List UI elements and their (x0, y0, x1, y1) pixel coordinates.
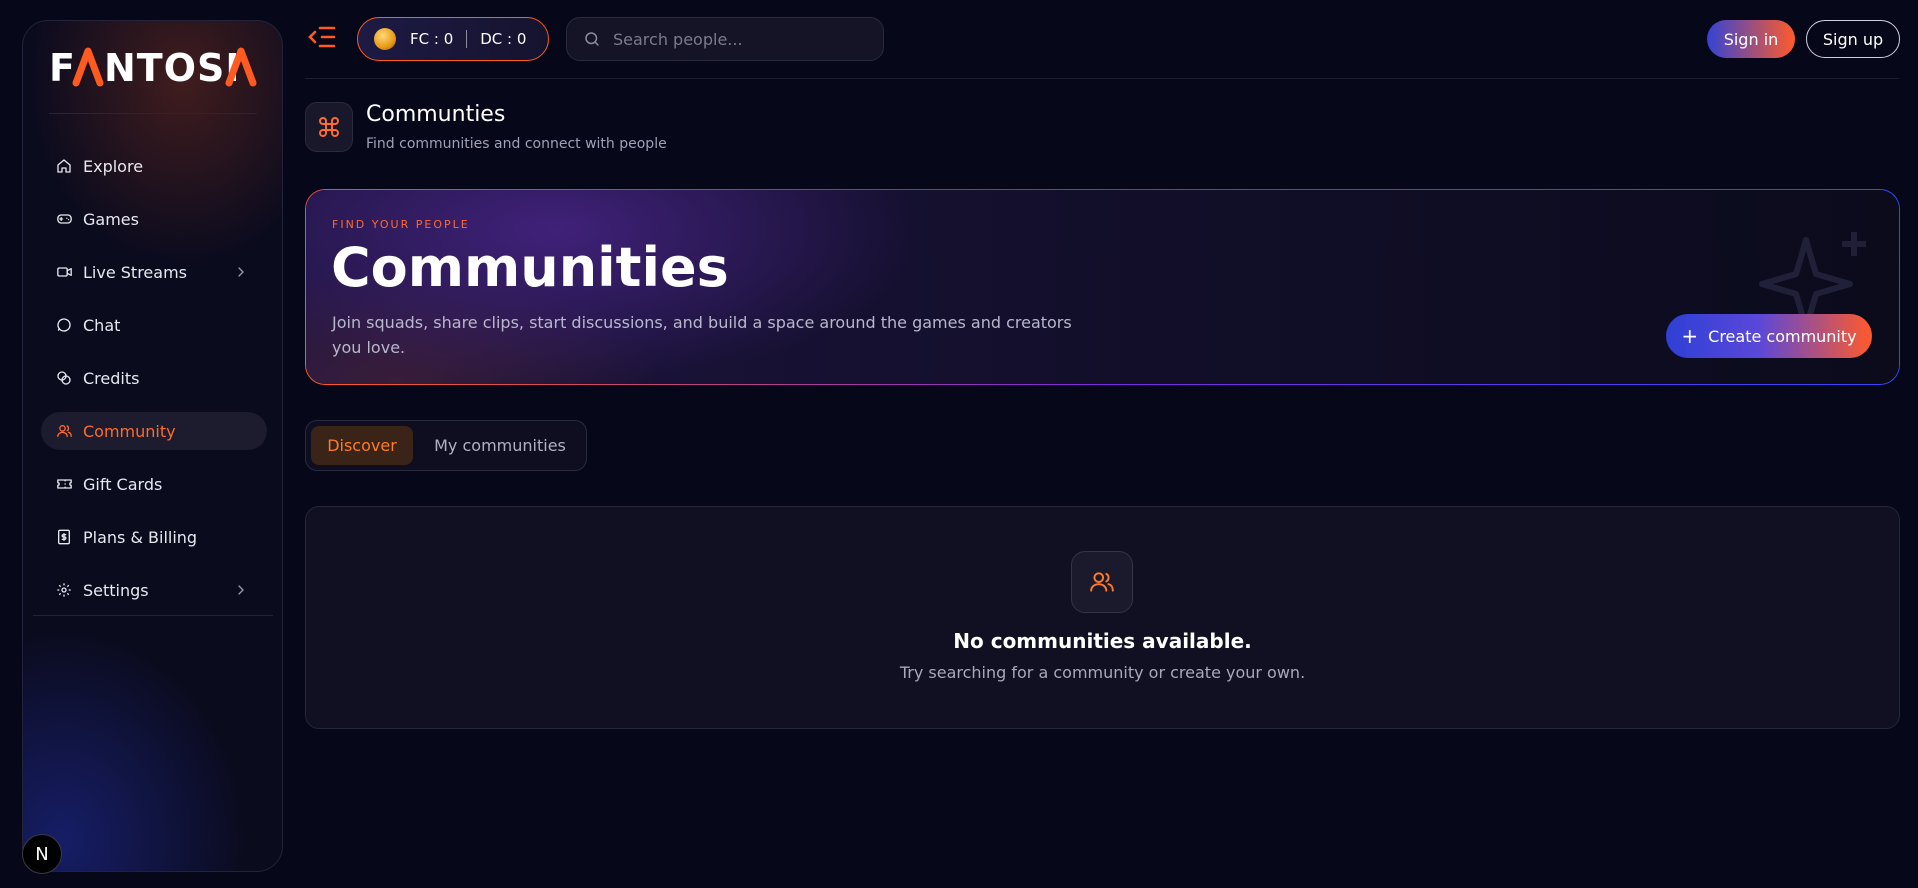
users-icon (55, 422, 73, 440)
credits-pill[interactable]: FC : 0 DC : 0 (357, 17, 549, 61)
community-tabs: Discover My communities (305, 420, 587, 471)
chat-bubble-icon (55, 316, 73, 334)
search-box[interactable] (566, 17, 884, 61)
sidebar-item-label: Gift Cards (83, 474, 163, 494)
gamepad-icon (55, 210, 73, 228)
search-input[interactable] (613, 29, 863, 49)
sidebar-item-label: Chat (83, 315, 121, 335)
page-title: Communties (366, 102, 506, 127)
sidebar-divider (33, 615, 273, 616)
sidebar-item-label: Live Streams (83, 262, 187, 282)
svg-text:NTOSI: NTOSI (104, 46, 241, 89)
plus-icon: + (1681, 324, 1699, 348)
empty-state-card: No communities available. Try searching … (305, 506, 1900, 729)
hero-eyebrow: FIND YOUR PEOPLE (332, 218, 470, 231)
empty-state-description: Try searching for a community or create … (899, 663, 1306, 682)
create-community-button[interactable]: + Create community (1666, 314, 1872, 358)
sidebar-item-live-streams[interactable]: Live Streams (41, 253, 267, 291)
sidebar: F NTOSI Explore Games Live Streams Chat … (22, 20, 283, 872)
sidebar-item-games[interactable]: Games (41, 200, 267, 238)
pill-separator (466, 30, 468, 48)
sidebar-item-credits[interactable]: Credits (41, 359, 267, 397)
sidebar-item-gift-cards[interactable]: Gift Cards (41, 465, 267, 503)
search-icon (585, 32, 599, 46)
svg-text:F: F (49, 46, 76, 89)
sidebar-item-label: Credits (83, 368, 140, 388)
empty-state-title: No communities available. (953, 629, 1252, 653)
logo-divider (49, 113, 257, 114)
video-icon (55, 263, 73, 281)
users-icon (1071, 551, 1133, 613)
coin-icon (374, 28, 396, 50)
fantosia-logo[interactable]: F NTOSI (49, 37, 259, 97)
command-icon (305, 102, 353, 152)
tab-discover[interactable]: Discover (311, 426, 413, 465)
hero-title: Communities (331, 236, 729, 299)
chevron-right-icon[interactable] (233, 264, 249, 280)
sidebar-nav: Explore Games Live Streams Chat Credits … (41, 147, 267, 624)
sidebar-item-label: Plans & Billing (83, 527, 198, 547)
sidebar-item-label: Games (83, 209, 139, 229)
hero-banner: FIND YOUR PEOPLE Communities Join squads… (305, 189, 1900, 385)
gear-icon (55, 581, 73, 599)
sidebar-item-label: Settings (83, 580, 149, 600)
coins-icon (55, 369, 73, 387)
n-badge-letter: N (35, 843, 49, 865)
hero-description: Join squads, share clips, start discussi… (332, 313, 1072, 357)
sign-in-button[interactable]: Sign in (1707, 20, 1795, 58)
n-badge-button[interactable]: N (22, 834, 62, 874)
sidebar-item-label: Community (83, 421, 176, 441)
sidebar-item-plans-billing[interactable]: Plans & Billing (41, 518, 267, 556)
sidebar-item-settings[interactable]: Settings (41, 571, 267, 609)
sign-up-button[interactable]: Sign up (1806, 20, 1900, 58)
home-icon (55, 157, 73, 175)
sidebar-item-explore[interactable]: Explore (41, 147, 267, 185)
header-divider (305, 78, 1899, 79)
ticket-icon (55, 475, 73, 493)
tab-my-communities[interactable]: My communities (419, 426, 581, 465)
fc-balance: FC : 0 (410, 30, 454, 48)
dc-balance: DC : 0 (480, 30, 527, 48)
sidebar-item-community[interactable]: Community (41, 412, 267, 450)
page-subtitle: Find communities and connect with people (366, 136, 667, 152)
sidebar-item-chat[interactable]: Chat (41, 306, 267, 344)
collapse-sidebar-icon[interactable] (308, 24, 336, 50)
chevron-right-icon[interactable] (233, 582, 249, 598)
sidebar-item-label: Explore (83, 156, 144, 176)
receipt-dollar-icon (55, 528, 73, 546)
create-community-label: Create community (1708, 326, 1857, 346)
